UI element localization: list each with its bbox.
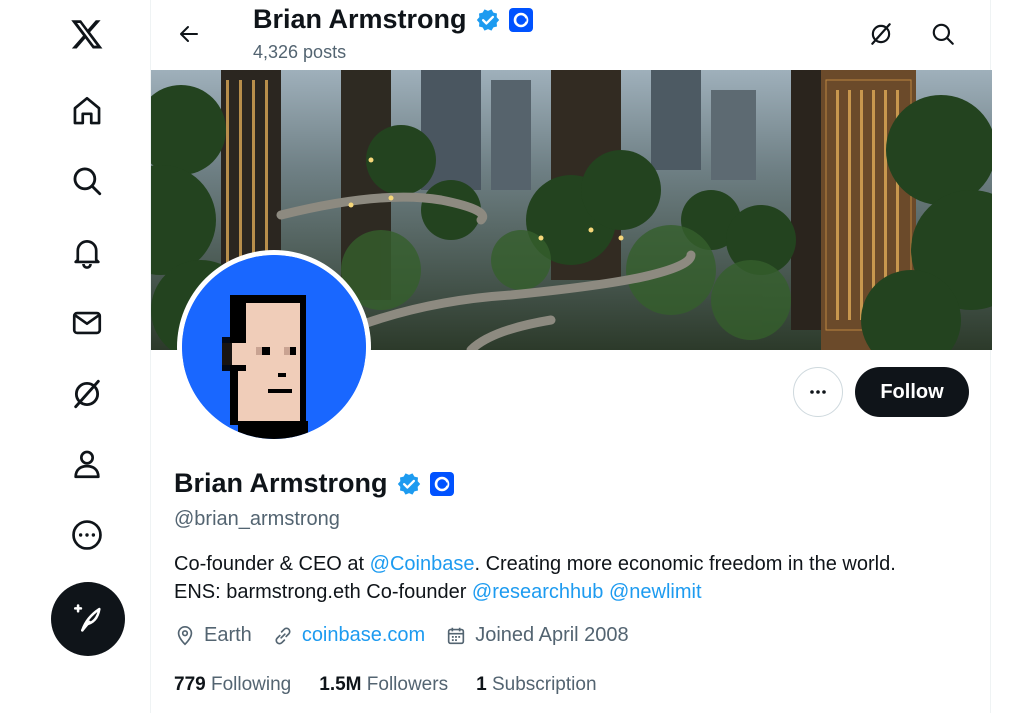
bio-text: Co-founder & CEO at [174, 553, 370, 575]
link-icon [275, 627, 291, 644]
back-arrow-icon [180, 26, 198, 42]
pixel-punk-avatar [182, 255, 366, 439]
compose-icon [73, 604, 101, 632]
profile-stats: 779 Following 1.5M Followers 1 Subscript… [174, 674, 597, 696]
profile-icon[interactable] [58, 435, 116, 493]
following-link[interactable]: 779 Following [174, 674, 291, 696]
profile-handle: @brian_armstrong [174, 508, 340, 530]
mention-researchhub-link[interactable]: @researchhub [472, 581, 603, 603]
join-date-text: Joined April 2008 [475, 624, 629, 646]
coinbase-affiliate-icon[interactable] [429, 471, 454, 496]
compose-post-button[interactable] [51, 582, 125, 656]
header-name: Brian Armstrong [253, 4, 467, 34]
avatar-image [182, 255, 366, 439]
calendar-icon [448, 627, 465, 644]
left-nav [0, 0, 150, 713]
posts-count: 4,326 posts [253, 42, 347, 62]
subscriptions-link[interactable]: 1 Subscription [476, 674, 596, 696]
verified-badge-icon[interactable] [475, 7, 501, 33]
search-icon [932, 23, 954, 45]
verified-badge-icon[interactable] [396, 471, 422, 497]
header-title: Brian Armstrong [253, 4, 533, 35]
home-icon[interactable] [58, 82, 116, 140]
location-pin-icon [177, 625, 193, 645]
followers-label: Followers [366, 674, 449, 695]
back-button[interactable] [169, 14, 209, 54]
notifications-icon[interactable] [58, 223, 116, 281]
website-link[interactable]: coinbase.com [302, 624, 425, 647]
profile-search-button[interactable] [923, 14, 963, 54]
subscription-label: Subscription [491, 674, 597, 695]
grok-icon [871, 23, 891, 45]
bio-text: ENS: barmstrong.eth Co-founder [174, 581, 472, 603]
more-options-button[interactable] [793, 367, 843, 417]
following-label: Following [210, 674, 292, 695]
profile-name: Brian Armstrong [174, 468, 454, 499]
grok-analyze-button[interactable] [861, 14, 901, 54]
following-count: 779 [174, 674, 206, 695]
profile-meta: Earth coinbase.com Joined April 2008 [174, 624, 629, 647]
mention-newlimit-link[interactable]: @newlimit [609, 581, 702, 603]
mention-coinbase-link[interactable]: @Coinbase [370, 553, 475, 575]
grok-icon[interactable] [58, 365, 116, 423]
profile-avatar[interactable] [177, 250, 371, 444]
more-icon[interactable] [58, 506, 116, 564]
ellipsis-icon [810, 390, 826, 394]
location: Earth [174, 624, 252, 647]
bio-text: . Creating more economic freedom in the … [474, 553, 896, 575]
app-window: Brian Armstrong 4,326 posts Follow Brian… [0, 0, 1024, 713]
profile-header-bar: Brian Armstrong 4,326 posts [151, 0, 992, 70]
website: coinbase.com [272, 624, 425, 647]
profile-column: Brian Armstrong 4,326 posts Follow Brian… [150, 0, 992, 713]
location-text: Earth [204, 624, 252, 646]
display-name: Brian Armstrong [174, 468, 388, 498]
followers-count: 1.5M [319, 674, 362, 695]
subscription-count: 1 [476, 674, 487, 695]
search-icon[interactable] [58, 152, 116, 210]
join-date: Joined April 2008 [445, 624, 629, 647]
coinbase-affiliate-icon[interactable] [508, 7, 533, 32]
followers-link[interactable]: 1.5M Followers [319, 674, 448, 696]
profile-bio: Co-founder & CEO at @Coinbase. Creating … [174, 550, 974, 606]
follow-button[interactable]: Follow [855, 367, 969, 417]
messages-icon[interactable] [58, 294, 116, 352]
x-logo-icon[interactable] [58, 5, 116, 63]
